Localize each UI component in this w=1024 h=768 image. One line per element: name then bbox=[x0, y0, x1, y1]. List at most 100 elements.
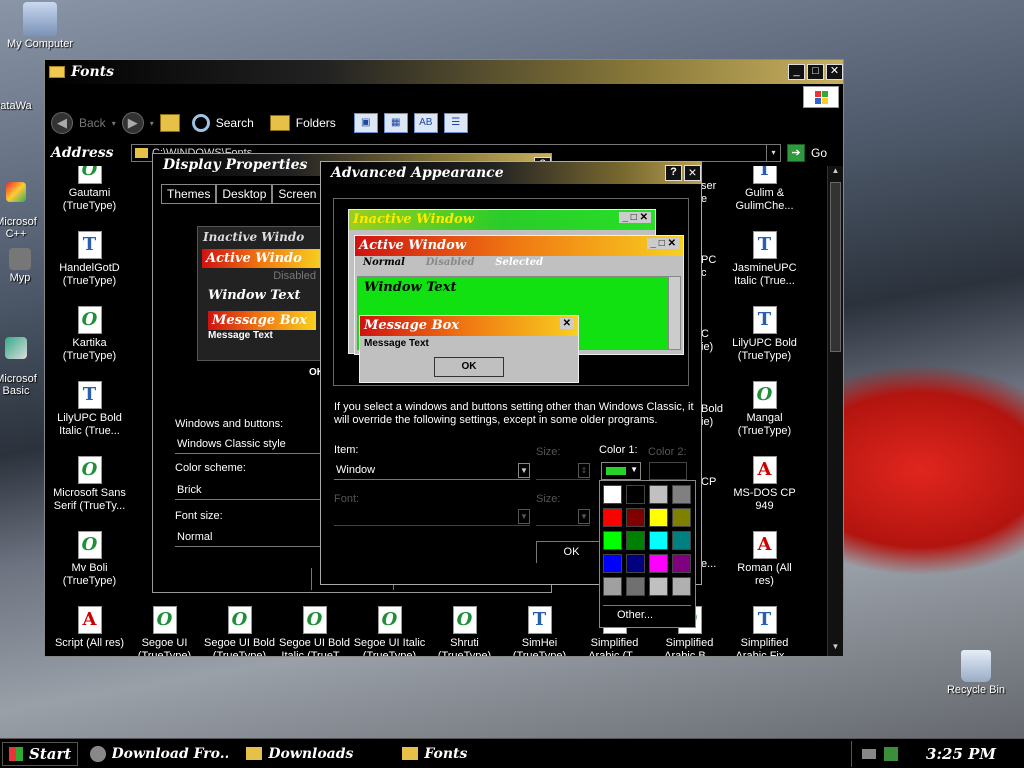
tab-themes[interactable]: Themes bbox=[161, 184, 217, 204]
font-file-item[interactable]: T HandelGotD (TrueType) bbox=[52, 231, 127, 288]
font-file-item[interactable]: O Segoe UI (TrueType) bbox=[127, 606, 202, 656]
up-folder-icon[interactable] bbox=[159, 114, 180, 132]
fonts-titlebar[interactable]: Fonts _ □ ✕ bbox=[45, 60, 843, 84]
font-file-item[interactable]: O Mangal (TrueType) bbox=[727, 381, 802, 438]
color-swatch[interactable] bbox=[603, 577, 622, 596]
back-button[interactable]: Back bbox=[79, 116, 106, 130]
view-samples-button[interactable]: AB bbox=[413, 113, 438, 133]
other-color-button[interactable]: Other... bbox=[603, 605, 691, 625]
color-swatch[interactable] bbox=[649, 554, 668, 573]
font-size-select[interactable]: ▼ bbox=[536, 508, 590, 526]
font-file-label[interactable]: PC c bbox=[701, 254, 725, 280]
font-file-label[interactable]: Bold ie) bbox=[701, 403, 725, 429]
view-list-button[interactable]: ▦ bbox=[383, 113, 408, 133]
color-swatch[interactable] bbox=[649, 531, 668, 550]
font-file-item[interactable]: A Script (All res) bbox=[52, 606, 127, 650]
start-button[interactable]: Start bbox=[2, 741, 79, 766]
tab-desktop[interactable]: Desktop bbox=[216, 184, 273, 204]
font-file-label[interactable]: CP bbox=[701, 476, 725, 489]
close-button[interactable]: ✕ bbox=[826, 64, 843, 80]
color-swatch[interactable] bbox=[672, 531, 691, 550]
font-file-item[interactable]: A Roman (All res) bbox=[727, 531, 802, 588]
dropdown-icon[interactable]: ▾ bbox=[112, 119, 116, 128]
color-swatch[interactable] bbox=[649, 577, 668, 596]
spinner-icon[interactable]: ⇕ bbox=[578, 463, 590, 478]
font-file-item[interactable]: O Shruti (TrueType) bbox=[427, 606, 502, 656]
color-swatch[interactable] bbox=[672, 554, 691, 573]
font-file-item[interactable]: O Segoe UI Bold Italic (TrueT... bbox=[277, 606, 352, 656]
color2-button[interactable] bbox=[649, 462, 687, 480]
size-spinner[interactable]: ⇕ bbox=[536, 462, 590, 480]
desktop-icon-basic[interactable]: Microsof Basic bbox=[0, 325, 46, 409]
desktop-icon-recycle-bin[interactable]: Recycle Bin bbox=[936, 650, 1016, 696]
color-swatch[interactable] bbox=[626, 577, 645, 596]
dropdown-icon[interactable]: ▼ bbox=[518, 463, 530, 478]
color-swatch[interactable] bbox=[626, 554, 645, 573]
font-file-label[interactable]: ser e bbox=[701, 180, 725, 206]
font-file-item[interactable]: T LilyUPC Bold (TrueType) bbox=[727, 306, 802, 363]
scroll-thumb[interactable] bbox=[830, 182, 841, 352]
scroll-down-icon[interactable]: ▼ bbox=[828, 642, 843, 656]
font-select[interactable]: ▼ bbox=[334, 508, 530, 526]
taskbar-item-downloads[interactable]: Downloads bbox=[240, 742, 390, 766]
dropdown-icon[interactable]: ▼ bbox=[518, 509, 530, 524]
color-swatch[interactable] bbox=[626, 508, 645, 527]
font-size-select[interactable]: Normal bbox=[175, 529, 325, 547]
font-file-item[interactable]: O Gautami (TrueType) bbox=[52, 166, 127, 213]
ok-button[interactable]: OK bbox=[536, 541, 606, 563]
font-file-item[interactable]: T SimHei (TrueType) bbox=[502, 606, 577, 656]
keyboard-icon[interactable] bbox=[862, 748, 877, 759]
maximize-button[interactable]: □ bbox=[807, 64, 824, 80]
folders-button[interactable]: Folders bbox=[269, 115, 336, 131]
taskbar-item-fonts[interactable]: Fonts bbox=[396, 742, 546, 766]
font-file-item[interactable]: O Microsoft Sans Serif (TrueTy... bbox=[52, 456, 127, 513]
font-file-item[interactable]: T JasmineUPC Italic (True... bbox=[727, 231, 802, 288]
scroll-up-icon[interactable]: ▲ bbox=[828, 166, 843, 180]
color1-button[interactable]: ▼ bbox=[601, 462, 641, 480]
color-swatch[interactable] bbox=[649, 485, 668, 504]
color-swatch[interactable] bbox=[672, 485, 691, 504]
font-file-item[interactable]: T Gulim & GulimChe... bbox=[727, 166, 802, 213]
view-details-button[interactable]: ☰ bbox=[443, 113, 468, 133]
desktop-icon-my-computer[interactable]: My Computer bbox=[0, 2, 80, 50]
forward-arrow-icon[interactable]: ▶ bbox=[121, 112, 144, 134]
font-file-label[interactable]: C ie) bbox=[701, 328, 725, 354]
color-swatch[interactable] bbox=[626, 531, 645, 550]
font-file-item[interactable]: O Mv Boli (TrueType) bbox=[52, 531, 127, 588]
color-swatch[interactable] bbox=[672, 577, 691, 596]
back-arrow-icon[interactable]: ◀ bbox=[51, 112, 73, 134]
color-scheme-select[interactable]: Brick bbox=[175, 482, 325, 500]
go-arrow-icon[interactable]: ➔ bbox=[786, 144, 805, 162]
font-file-item[interactable]: T LilyUPC Bold Italic (True... bbox=[52, 381, 127, 438]
color-swatch[interactable] bbox=[603, 554, 622, 573]
taskbar-item-download[interactable]: Download Fro... bbox=[84, 742, 234, 766]
font-file-item[interactable]: O Segoe UI Italic (TrueType) bbox=[352, 606, 427, 656]
search-button[interactable]: Search bbox=[191, 114, 254, 132]
color-swatch[interactable] bbox=[626, 485, 645, 504]
help-button[interactable]: ? bbox=[665, 165, 682, 181]
font-file-item[interactable]: A MS-DOS CP 949 bbox=[727, 456, 802, 513]
desktop-icon-myp[interactable]: Myp bbox=[0, 248, 50, 284]
color-swatch[interactable] bbox=[603, 531, 622, 550]
dropdown-icon[interactable]: ▼ bbox=[578, 509, 590, 524]
view-large-icons-button[interactable]: ▣ bbox=[353, 113, 378, 133]
color-swatch[interactable] bbox=[649, 508, 668, 527]
desktop-icon-datawa[interactable]: DataWa bbox=[0, 100, 42, 112]
color-swatch[interactable] bbox=[672, 508, 691, 527]
font-file-label[interactable]: e... bbox=[701, 558, 725, 571]
item-select[interactable]: Window ▼ bbox=[334, 462, 530, 480]
font-file-item[interactable]: T Simplified Arabic Fix... bbox=[727, 606, 802, 656]
dropdown-icon[interactable]: ▾ bbox=[150, 119, 154, 128]
close-button[interactable]: × bbox=[684, 165, 701, 181]
color-swatch[interactable] bbox=[603, 485, 622, 504]
font-file-item[interactable]: O Segoe UI Bold (TrueType) bbox=[202, 606, 277, 656]
clock[interactable]: 3:25 PM bbox=[926, 745, 996, 763]
vertical-scrollbar[interactable]: ▲ ▼ bbox=[827, 166, 843, 656]
go-button[interactable]: Go bbox=[811, 146, 827, 160]
font-file-item[interactable]: O Kartika (TrueType) bbox=[52, 306, 127, 363]
desktop-icon-cpp[interactable]: Microsof C++ bbox=[0, 170, 46, 252]
windows-buttons-select[interactable]: Windows Classic style bbox=[175, 436, 325, 454]
advanced-appearance-titlebar[interactable]: Advanced Appearance ? × bbox=[321, 162, 701, 184]
network-icon[interactable] bbox=[884, 746, 899, 761]
color-swatch[interactable] bbox=[603, 508, 622, 527]
